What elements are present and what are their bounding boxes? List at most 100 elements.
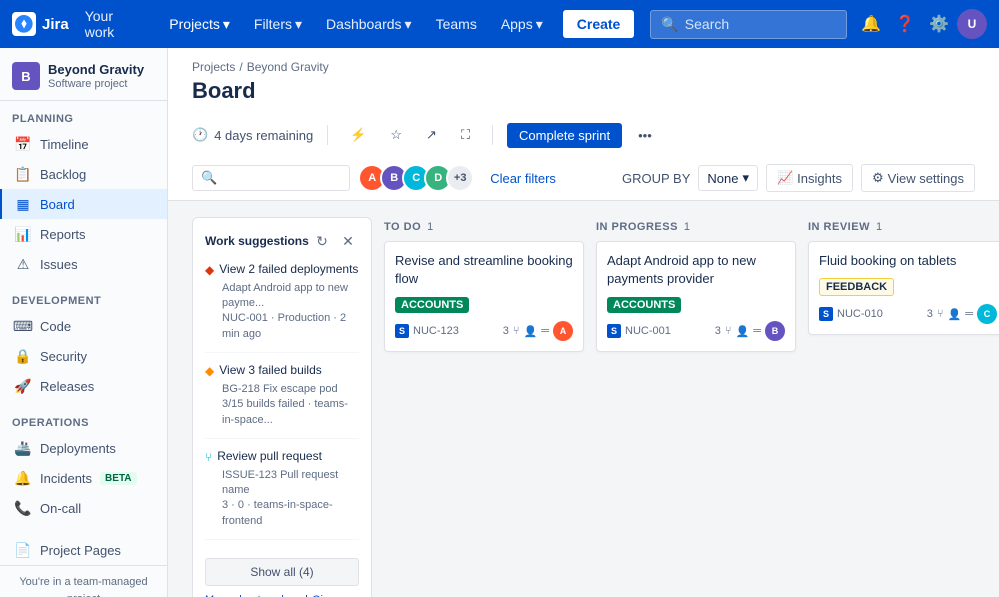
- accounts-tag: ACCOUNTS: [607, 297, 681, 313]
- project-icon: B: [12, 62, 40, 90]
- sidebar-item-deployments[interactable]: 🚢 Deployments: [0, 433, 167, 463]
- app-body: B Beyond Gravity Software project PLANNI…: [0, 0, 999, 597]
- ws-item-2[interactable]: ◆ View 3 failed builds BG-218 Fix escape…: [205, 363, 359, 439]
- nav-filters[interactable]: Filters ▾: [246, 12, 310, 37]
- search-icon: 🔍: [661, 16, 678, 33]
- child-issues-icon: ⑂: [725, 325, 732, 337]
- failed-build-icon: ◆: [205, 364, 214, 378]
- projects-chevron-icon: ▾: [223, 16, 230, 33]
- fullscreen-button[interactable]: ⛶: [453, 122, 478, 148]
- nav-your-work[interactable]: Your work: [77, 4, 154, 44]
- page-title: Board: [192, 78, 975, 104]
- sidebar-item-timeline[interactable]: 📅 Timeline: [0, 129, 167, 159]
- col-inreview-header: IN REVIEW 1: [808, 217, 999, 241]
- sidebar-item-issues[interactable]: ⚠ Issues: [0, 249, 167, 279]
- card-nuc-010[interactable]: Fluid booking on tablets FEEDBACK S NUC-…: [808, 241, 999, 335]
- ws-item1-meta: Adapt Android app to new payme...: [222, 281, 359, 312]
- col-inreview-title: IN REVIEW: [808, 221, 870, 233]
- failed-deploy-icon: ◆: [205, 263, 214, 277]
- user-avatar[interactable]: U: [957, 9, 987, 39]
- ws-item-3[interactable]: ⑂ Review pull request ISSUE-123 Pull req…: [205, 449, 359, 540]
- show-all-button[interactable]: Show all (4): [205, 558, 359, 586]
- project-info[interactable]: B Beyond Gravity Software project: [0, 48, 167, 101]
- project-type: Software project: [48, 78, 144, 90]
- nav-apps[interactable]: Apps ▾: [493, 12, 551, 37]
- sprint-info: 🕐 4 days remaining: [192, 127, 313, 143]
- nav-teams[interactable]: Teams: [428, 12, 485, 36]
- clear-filters-button[interactable]: Clear filters: [482, 171, 564, 186]
- card-nuc-123[interactable]: Revise and streamline booking flow ACCOU…: [384, 241, 584, 352]
- reports-icon: 📊: [14, 225, 32, 243]
- child-issues-icon: ⑂: [513, 325, 520, 337]
- sidebar-item-backlog[interactable]: 📋 Backlog: [0, 159, 167, 189]
- ws-refresh-button[interactable]: ↻: [311, 230, 333, 252]
- board-icon: ▦: [14, 195, 32, 213]
- more-options-button[interactable]: •••: [630, 123, 660, 148]
- assignee-avatar: A: [553, 321, 573, 341]
- sidebar-item-incidents[interactable]: 🔔 Incidents BETA: [0, 463, 167, 493]
- toolbar-divider2: [492, 125, 493, 145]
- beta-badge: BETA: [100, 472, 136, 485]
- col-inprogress-header: IN PROGRESS 1: [596, 217, 796, 241]
- sidebar-item-oncall[interactable]: 📞 On-call: [0, 493, 167, 523]
- person-icon: 👤: [948, 308, 962, 321]
- card-nuc-001[interactable]: Adapt Android app to new payments provid…: [596, 241, 796, 352]
- global-search[interactable]: 🔍 Search: [650, 10, 847, 39]
- card-id: S NUC-123: [395, 324, 459, 338]
- card-type-icon: S: [607, 324, 621, 338]
- ws-title: Work suggestions: [205, 234, 309, 248]
- filter-search-icon: 🔍: [201, 170, 217, 186]
- sidebar-item-code[interactable]: ⌨ Code: [0, 311, 167, 341]
- column-in-review: IN REVIEW 1 Fluid booking on tablets FEE…: [808, 217, 999, 335]
- avatar-filter-count[interactable]: +3: [446, 164, 474, 192]
- app-logo[interactable]: Jira: [12, 12, 69, 36]
- card-id: S NUC-001: [607, 324, 671, 338]
- sidebar-item-security[interactable]: 🔒 Security: [0, 341, 167, 371]
- board-search[interactable]: 🔍: [192, 165, 350, 191]
- meta-num: 3: [715, 325, 721, 337]
- group-by-select[interactable]: None ▾: [698, 165, 758, 191]
- avatar-filters: A B C D +3: [358, 164, 474, 192]
- board-search-input[interactable]: [221, 171, 341, 186]
- page-header: Projects / Beyond Gravity Board 🕐 4 days…: [168, 48, 999, 201]
- card-id-text: NUC-010: [837, 308, 883, 320]
- star-button[interactable]: ☆: [382, 122, 410, 148]
- priority-icon: ═: [541, 325, 549, 337]
- security-icon: 🔒: [14, 347, 32, 365]
- ws-close-button[interactable]: ✕: [337, 230, 359, 252]
- view-settings-button[interactable]: ⚙ View settings: [861, 164, 975, 192]
- notifications-button[interactable]: 🔔: [855, 8, 887, 40]
- toolbar-divider: [327, 125, 328, 145]
- complete-sprint-button[interactable]: Complete sprint: [507, 123, 622, 148]
- breadcrumb-projects[interactable]: Projects: [192, 60, 235, 74]
- insights-chart-icon: 📈: [777, 170, 793, 186]
- ws-item-1[interactable]: ◆ View 2 failed deployments Adapt Androi…: [205, 262, 359, 353]
- child-issues-icon: ⑂: [937, 308, 944, 320]
- inprogress-cards: Adapt Android app to new payments provid…: [596, 241, 796, 352]
- sidebar-item-reports[interactable]: 📊 Reports: [0, 219, 167, 249]
- col-inprogress-title: IN PROGRESS: [596, 221, 678, 233]
- incidents-icon: 🔔: [14, 469, 32, 487]
- create-button[interactable]: Create: [563, 10, 635, 38]
- card-type-icon: S: [819, 307, 833, 321]
- dashboards-chevron-icon: ▾: [405, 16, 412, 33]
- sprint-remaining-text: 4 days remaining: [214, 128, 313, 143]
- sidebar-bottom: You're in a team-managed project Learn m…: [0, 565, 167, 597]
- help-button[interactable]: ❓: [889, 8, 921, 40]
- clock-icon: 🕐: [192, 127, 208, 143]
- feedback-tag: FEEDBACK: [819, 278, 894, 296]
- settings-button[interactable]: ⚙️: [923, 8, 955, 40]
- breadcrumb-project[interactable]: Beyond Gravity: [247, 60, 329, 74]
- share-button[interactable]: ↗: [418, 122, 445, 148]
- sidebar-item-project-pages[interactable]: 📄 Project Pages: [0, 535, 167, 565]
- sidebar-item-board[interactable]: ▦ Board: [0, 189, 167, 219]
- sidebar-item-releases[interactable]: 🚀 Releases: [0, 371, 167, 401]
- todo-cards: Revise and streamline booking flow ACCOU…: [384, 241, 584, 352]
- nav-projects[interactable]: Projects ▾: [161, 12, 238, 37]
- accounts-tag: ACCOUNTS: [395, 297, 469, 313]
- card-title: Adapt Android app to new payments provid…: [607, 252, 785, 288]
- ws-actions: ↻ ✕: [311, 230, 359, 252]
- lightning-button[interactable]: ⚡: [342, 122, 374, 148]
- insights-button[interactable]: 📈 Insights: [766, 164, 853, 192]
- nav-dashboards[interactable]: Dashboards ▾: [318, 12, 420, 37]
